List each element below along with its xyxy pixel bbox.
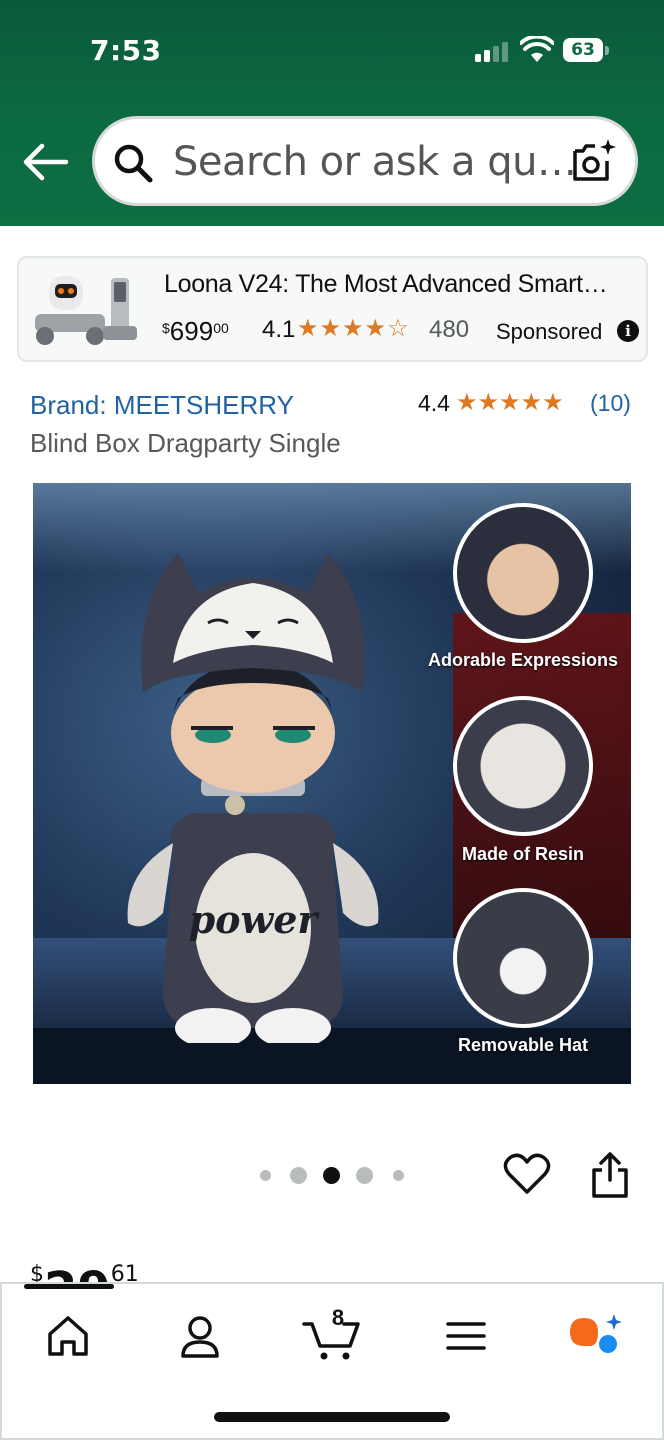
nav-active-indicator xyxy=(24,1284,114,1289)
cellular-signal-icon xyxy=(475,40,509,62)
ad-review-count: 480 xyxy=(429,316,470,343)
product-review-count[interactable]: (10) xyxy=(590,390,631,417)
share-icon[interactable] xyxy=(588,1150,632,1200)
product-title: Blind Box Dragparty Single xyxy=(30,428,341,458)
carousel-dot[interactable] xyxy=(290,1167,307,1184)
ad-price: $69900 xyxy=(162,316,229,347)
figurine-illustration: power xyxy=(127,553,379,1043)
search-input[interactable]: Search or ask a qu… xyxy=(173,139,577,185)
ad-price-whole: 699 xyxy=(169,316,214,346)
back-arrow-icon[interactable] xyxy=(22,140,70,184)
product-rating-value: 4.4 xyxy=(418,390,450,416)
search-bar[interactable]: Search or ask a qu… xyxy=(92,116,638,206)
cart-count-badge: 8 xyxy=(331,1305,345,1330)
product-page: { "status_bar": {"time": "7:53", "batter… xyxy=(0,0,664,1440)
home-icon[interactable] xyxy=(38,1306,98,1366)
status-time: 7:53 xyxy=(90,34,162,67)
ad-rating-value: 4.1 xyxy=(262,316,296,343)
feature-label-resin: Made of Resin xyxy=(461,844,585,864)
wifi-icon xyxy=(520,36,554,62)
menu-icon[interactable] xyxy=(436,1306,496,1366)
rufus-assistant-icon[interactable] xyxy=(564,1306,624,1366)
ad-product-image xyxy=(35,276,137,345)
ad-title[interactable]: Loona V24: The Most Advanced Smart… xyxy=(164,270,608,299)
carousel-dot[interactable] xyxy=(356,1167,373,1184)
feature-thumb-resin xyxy=(453,696,593,836)
ad-price-fraction: 00 xyxy=(213,320,229,336)
sponsored-label: Sponsored xyxy=(496,319,603,344)
figurine-belly-text: power xyxy=(189,897,321,942)
sponsored-ad-card[interactable]: Loona V24: The Most Advanced Smart… $699… xyxy=(17,256,648,362)
heart-icon[interactable] xyxy=(503,1152,551,1196)
carousel-dot-active[interactable] xyxy=(323,1167,340,1184)
carousel-dot[interactable] xyxy=(393,1170,404,1181)
app-header: 7:53 63 Search or ask a qu… xyxy=(0,0,664,226)
brand-link[interactable]: Brand: MEETSHERRY xyxy=(30,390,294,421)
product-image[interactable]: power Adorable Expressions Made of Resin… xyxy=(33,483,631,1084)
feature-label-hat: Removable Hat xyxy=(457,1035,589,1055)
product-star-rating-icon[interactable]: ★★★★★ xyxy=(456,388,564,417)
carousel-dot[interactable] xyxy=(260,1170,271,1181)
feature-thumb-expressions xyxy=(453,503,593,643)
home-indicator xyxy=(214,1412,450,1422)
ad-price-symbol: $ xyxy=(162,320,170,336)
account-icon[interactable] xyxy=(170,1306,230,1366)
battery-indicator: 63 xyxy=(563,38,603,62)
feature-thumb-hat xyxy=(453,888,593,1028)
ad-star-rating-icon: ★★★★☆ xyxy=(297,315,410,342)
feature-label-expressions: Adorable Expressions xyxy=(427,650,619,670)
image-carousel-dots[interactable] xyxy=(256,1164,416,1186)
camera-lens-icon[interactable] xyxy=(569,137,617,185)
battery-cap xyxy=(605,46,609,55)
search-icon xyxy=(114,144,153,183)
info-icon[interactable]: i xyxy=(617,320,639,342)
